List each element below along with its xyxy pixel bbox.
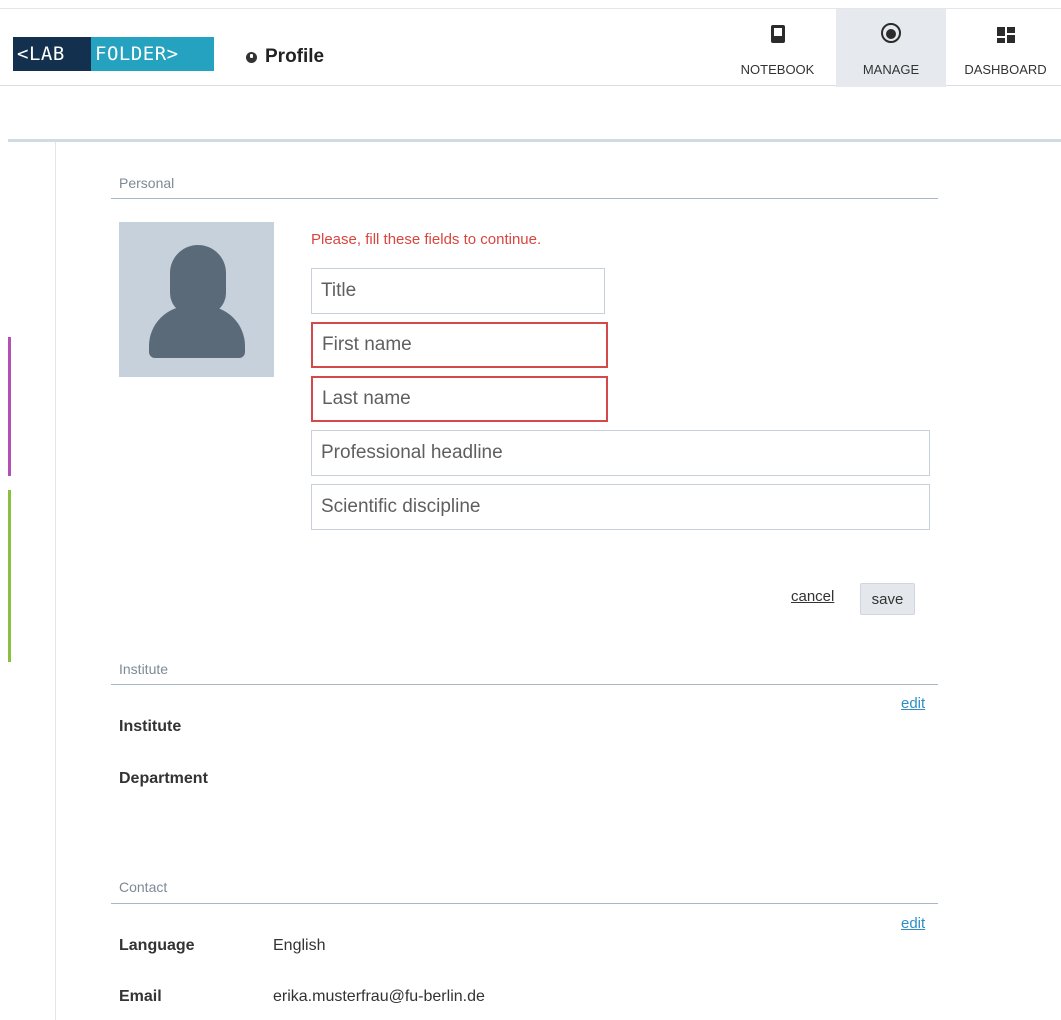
institute-section-divider	[111, 684, 938, 685]
professional-headline-field[interactable]	[311, 430, 930, 476]
side-accent-purple	[8, 337, 11, 476]
contact-section-divider	[111, 903, 938, 904]
department-label: Department	[119, 770, 208, 787]
avatar-head-shape	[170, 245, 226, 315]
manage-icon	[881, 23, 901, 43]
language-value: English	[273, 937, 326, 954]
dashboard-icon	[996, 27, 1015, 43]
profile-icon	[246, 51, 257, 63]
required-fields-warning: Please, fill these fields to continue.	[311, 231, 542, 248]
labfolder-logo[interactable]: <LAB FOLDER>	[13, 37, 214, 71]
nav-manage[interactable]: MANAGE	[836, 9, 946, 87]
scientific-discipline-field[interactable]	[311, 484, 930, 530]
cancel-link[interactable]: cancel	[791, 588, 834, 605]
institute-edit-link[interactable]: edit	[901, 695, 925, 712]
content-left-border	[55, 142, 56, 1020]
email-value: erika.musterfrau@fu-berlin.de	[273, 988, 485, 1005]
language-label: Language	[119, 937, 195, 954]
notebook-icon	[770, 25, 785, 43]
title-field[interactable]	[311, 268, 605, 314]
personal-section-label: Personal	[119, 175, 175, 191]
institute-label: Institute	[119, 718, 182, 735]
save-button[interactable]: save	[860, 583, 915, 615]
institute-section-label: Institute	[119, 661, 169, 677]
personal-section-divider	[111, 198, 938, 199]
subheader-divider	[8, 139, 1061, 142]
logo-right-text: FOLDER>	[91, 37, 214, 71]
email-label: Email	[119, 988, 162, 1005]
nav-dashboard[interactable]: DASHBOARD	[950, 9, 1061, 87]
side-accent-green	[8, 490, 11, 662]
contact-section-label: Contact	[119, 879, 168, 895]
nav-manage-label: MANAGE	[862, 62, 920, 77]
nav-notebook[interactable]: NOTEBOOK	[725, 9, 830, 87]
last-name-field[interactable]	[311, 376, 608, 422]
contact-edit-link[interactable]: edit	[901, 915, 925, 932]
nav-dashboard-label: DASHBOARD	[964, 62, 1047, 77]
page-title: Profile	[246, 46, 324, 68]
nav-notebook-label: NOTEBOOK	[740, 62, 815, 77]
avatar[interactable]	[119, 222, 274, 377]
logo-left-text: <LAB	[13, 37, 91, 71]
avatar-body-shape	[149, 306, 245, 358]
first-name-field[interactable]	[311, 322, 608, 368]
page-title-text: Profile	[265, 46, 325, 67]
top-header: <LAB FOLDER> Profile NOTEBOOK MANAGE DAS…	[0, 8, 1061, 87]
